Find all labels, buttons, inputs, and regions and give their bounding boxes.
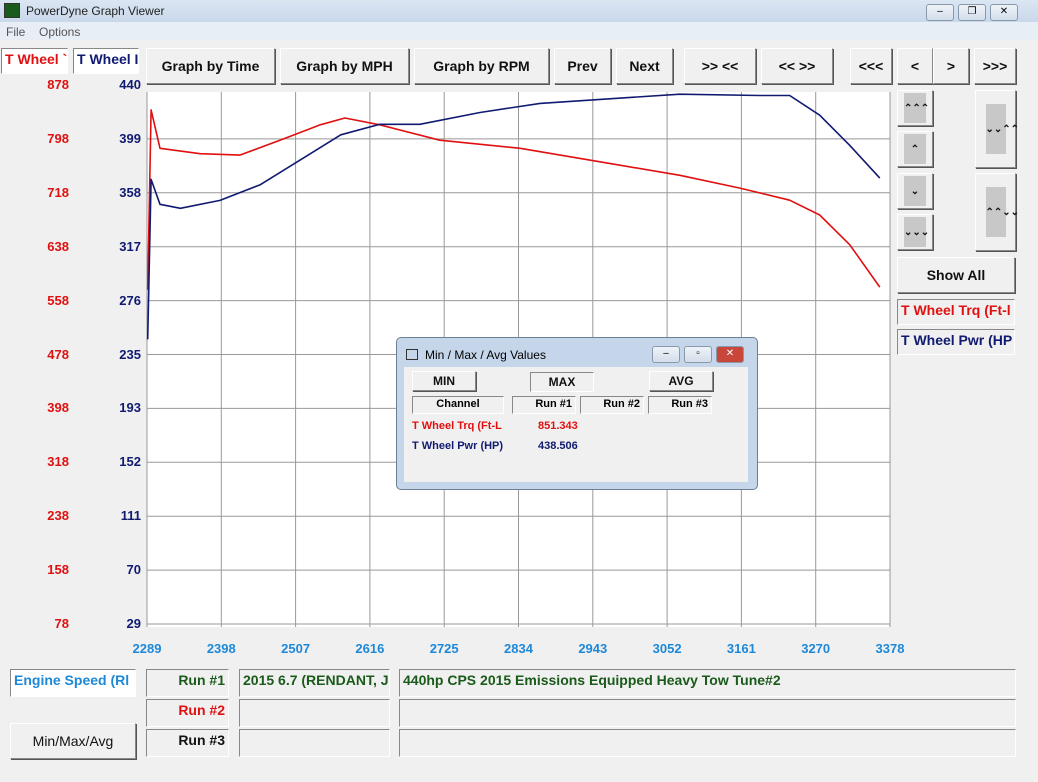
row-torque-channel: T Wheel Trq (Ft-L bbox=[412, 420, 502, 432]
header-run3: Run #3 bbox=[648, 396, 712, 414]
run-label: Run #1 bbox=[146, 669, 229, 697]
avg-button[interactable]: AVG bbox=[649, 371, 713, 391]
run-vehicle-field[interactable] bbox=[239, 699, 390, 727]
max-button[interactable]: MAX bbox=[530, 372, 594, 392]
run-vehicle-field[interactable]: 2015 6.7 (RENDANT, J bbox=[239, 669, 390, 697]
run-description-field[interactable] bbox=[399, 729, 1016, 757]
triple-chevron-down-icon: ⌄⌄⌄ bbox=[904, 217, 929, 247]
legend-torque[interactable]: T Wheel Trq (Ft-l bbox=[897, 299, 1015, 325]
expand-scale-button[interactable]: ⌄⌄⌃⌃ bbox=[975, 90, 1019, 168]
legend-power[interactable]: T Wheel Pwr (HP bbox=[897, 329, 1015, 355]
show-all-button[interactable]: Show All bbox=[897, 257, 1015, 293]
scroll-up-fast-button[interactable]: ⌃⌃⌃ bbox=[897, 90, 933, 126]
compress-icon: ⌃⌃⌄⌄ bbox=[985, 187, 1019, 237]
scroll-down-fast-button[interactable]: ⌄⌄⌄ bbox=[897, 214, 933, 250]
min-max-avg-dialog: Min / Max / Avg Values – ▫ ✕ MIN MAX AVG… bbox=[396, 337, 758, 490]
dialog-title: Min / Max / Avg Values bbox=[425, 348, 546, 362]
chevron-down-icon: ⌄ bbox=[904, 176, 926, 206]
run-label: Run #3 bbox=[146, 729, 229, 757]
header-run1: Run #1 bbox=[512, 396, 576, 414]
chevron-up-icon: ⌃ bbox=[904, 134, 926, 164]
dialog-minimize-button[interactable]: – bbox=[652, 346, 680, 363]
run-label: Run #2 bbox=[146, 699, 229, 727]
x-channel-field[interactable]: Engine Speed (Rl bbox=[10, 669, 136, 697]
triple-chevron-up-icon: ⌃⌃⌃ bbox=[904, 93, 929, 123]
row-power-run1: 438.506 bbox=[538, 440, 578, 452]
header-channel: Channel bbox=[412, 396, 504, 414]
dialog-body: MIN MAX AVG Channel Run #1 Run #2 Run #3… bbox=[404, 367, 748, 482]
dialog-close-button[interactable]: ✕ bbox=[716, 346, 744, 363]
expand-icon: ⌄⌄⌃⌃ bbox=[985, 104, 1019, 154]
scroll-down-button[interactable]: ⌄ bbox=[897, 173, 933, 209]
dialog-icon bbox=[406, 349, 418, 360]
min-button[interactable]: MIN bbox=[412, 371, 476, 391]
run-description-field[interactable] bbox=[399, 699, 1016, 727]
dialog-restore-button[interactable]: ▫ bbox=[684, 346, 712, 363]
run-description-field[interactable]: 440hp CPS 2015 Emissions Equipped Heavy … bbox=[399, 669, 1016, 697]
compress-scale-button[interactable]: ⌃⌃⌄⌄ bbox=[975, 173, 1019, 251]
row-power-channel: T Wheel Pwr (HP) bbox=[412, 440, 504, 452]
row-torque-run1: 851.343 bbox=[538, 420, 578, 432]
header-run2: Run #2 bbox=[580, 396, 644, 414]
run-vehicle-field[interactable] bbox=[239, 729, 390, 757]
min-max-avg-button[interactable]: Min/Max/Avg bbox=[10, 723, 136, 759]
scroll-up-button[interactable]: ⌃ bbox=[897, 131, 933, 167]
